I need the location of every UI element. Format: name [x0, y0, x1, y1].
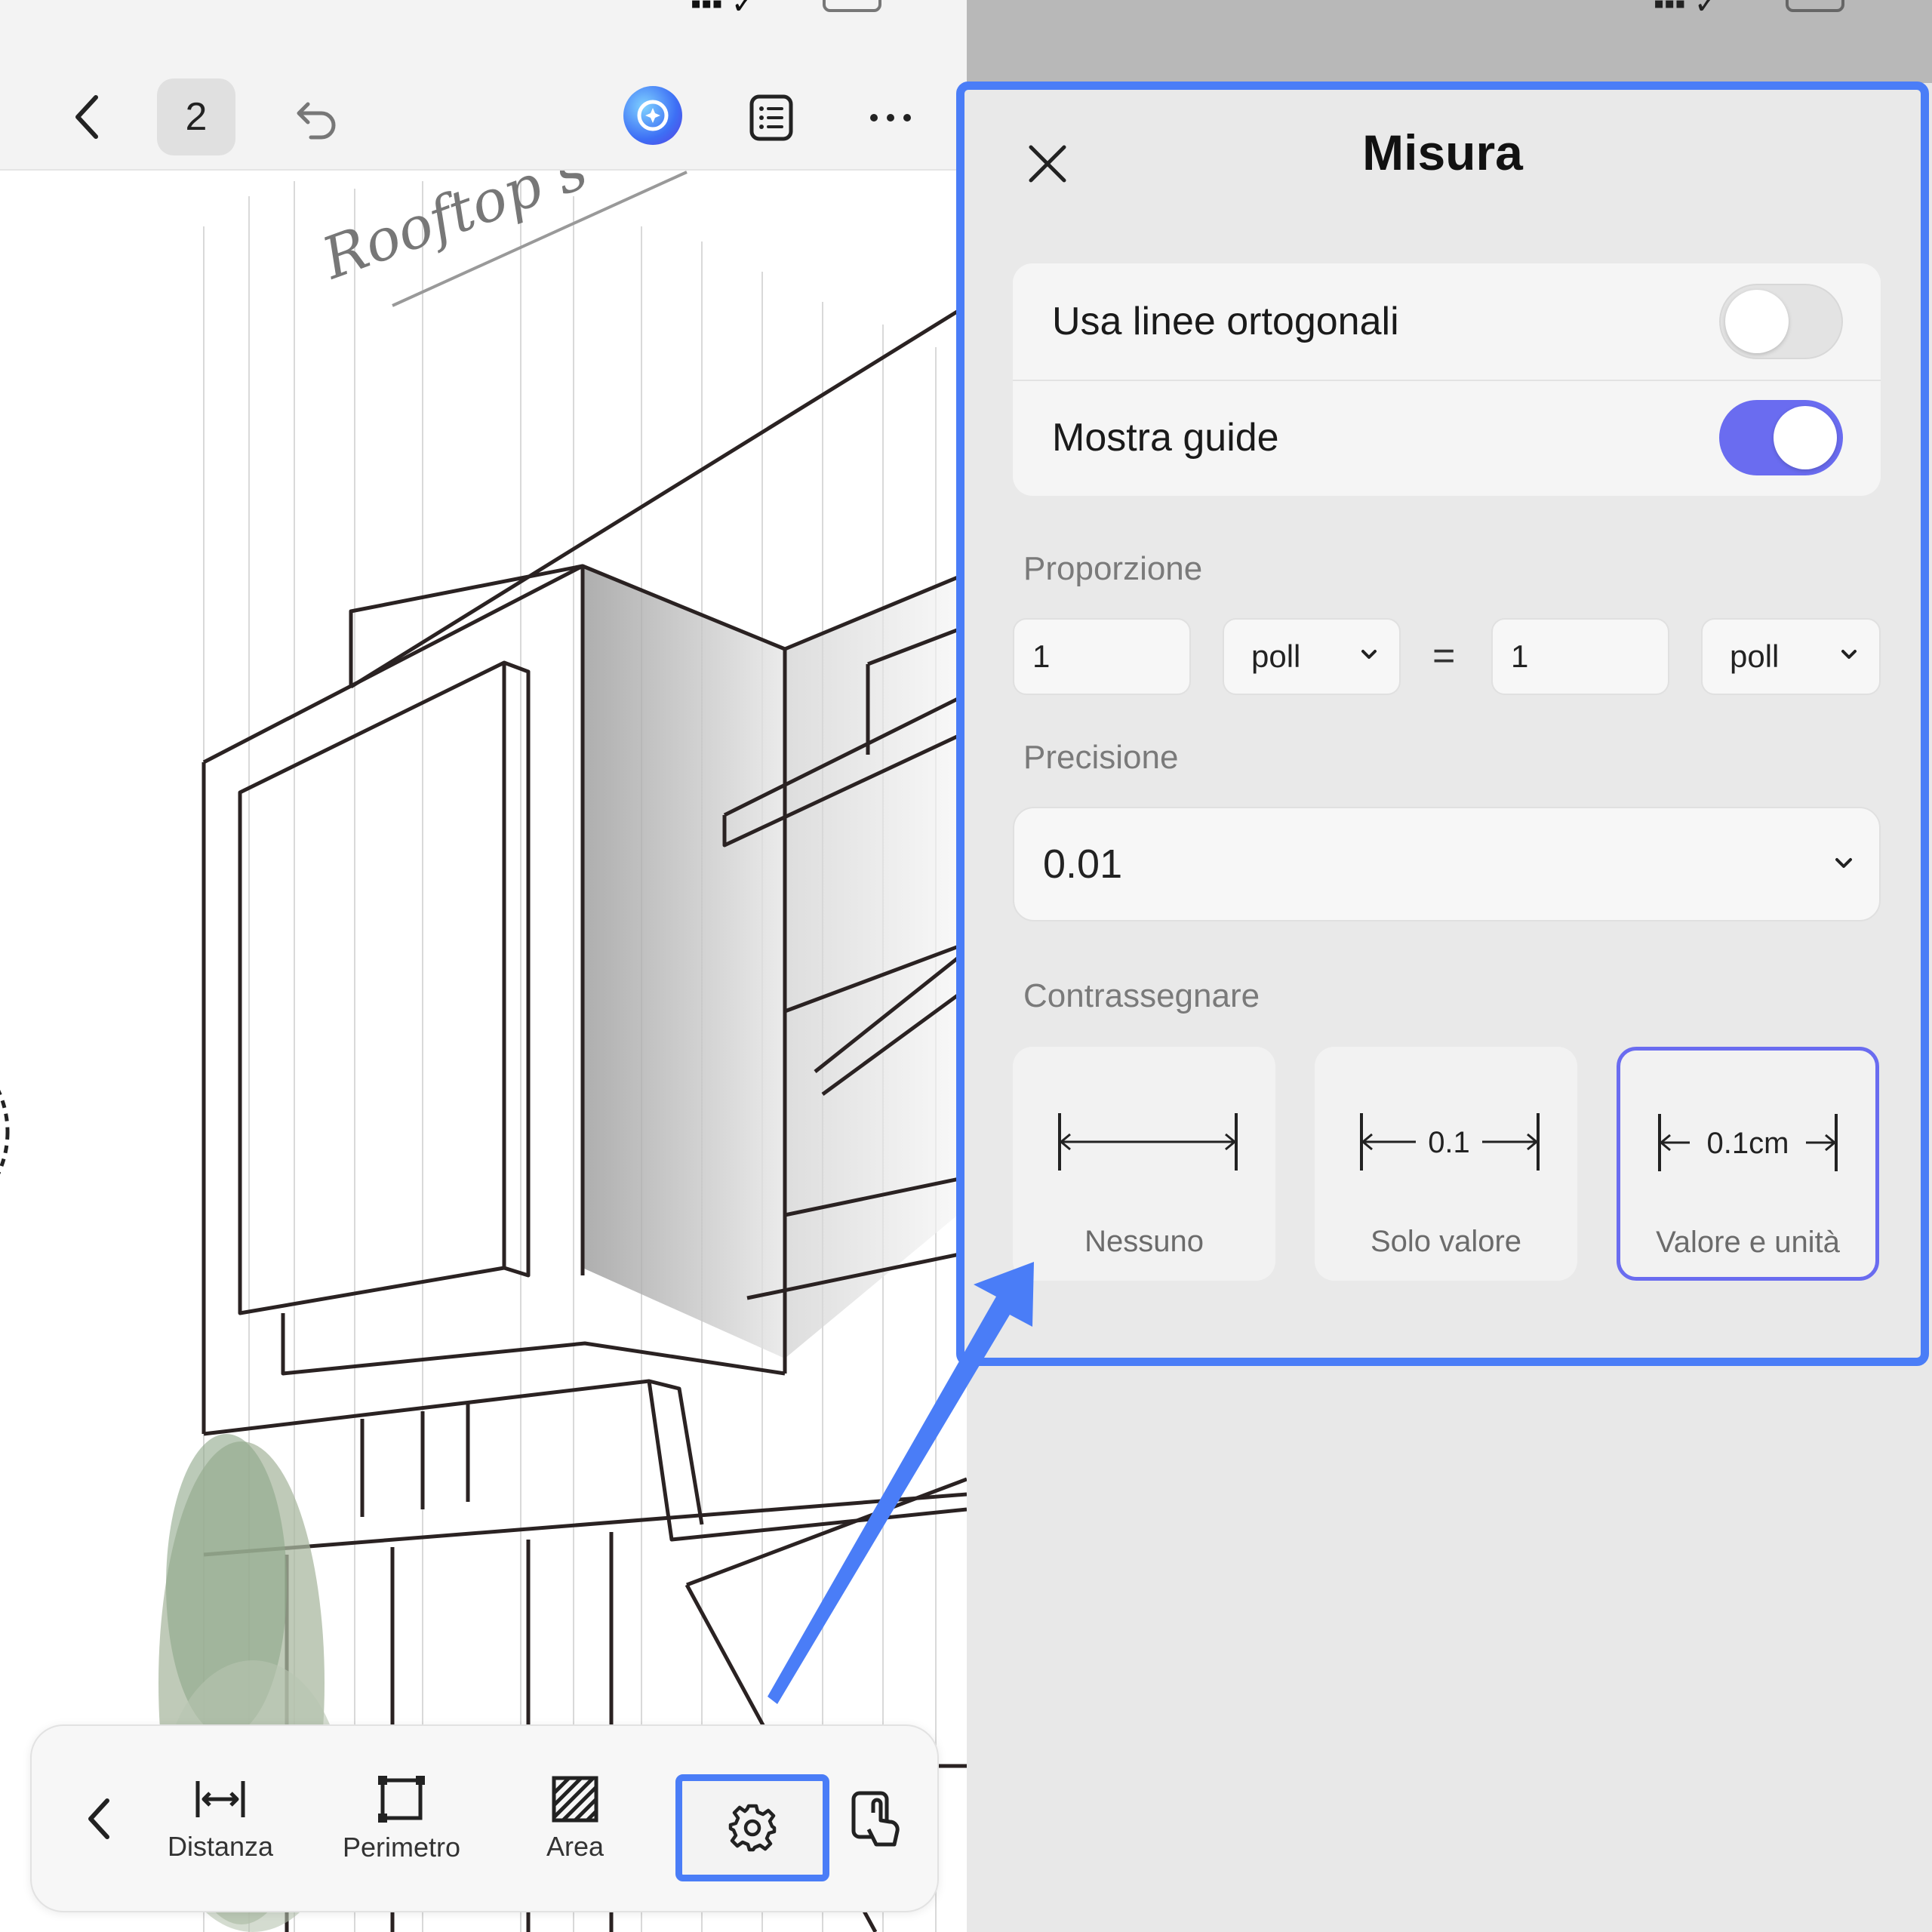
- mark-option-value-only-label: Solo valore: [1370, 1225, 1522, 1258]
- distance-tool[interactable]: Distanza: [160, 1726, 281, 1911]
- toggle-knob: [1725, 290, 1789, 353]
- area-tool[interactable]: Area: [522, 1726, 628, 1911]
- gear-icon: [728, 1804, 777, 1852]
- equals-sign: =: [1432, 634, 1456, 678]
- mark-option-value-only[interactable]: 0.1 Solo valore: [1315, 1047, 1577, 1281]
- toolbar-back-icon[interactable]: [69, 1726, 130, 1911]
- touch-mode-icon[interactable]: [839, 1726, 915, 1911]
- toggle-card: Usa linee ortogonali Mostra guide: [1013, 263, 1881, 496]
- marking-label: Contrassegnare: [1023, 977, 1260, 1014]
- chevron-down-icon: [1361, 650, 1377, 659]
- precision-value: 0.01: [1043, 841, 1123, 887]
- proportion-label: Proporzione: [1023, 550, 1203, 587]
- area-icon: [552, 1776, 598, 1822]
- toggle-knob: [1774, 406, 1837, 469]
- measure-settings-button[interactable]: [675, 1774, 829, 1881]
- proportion-left-unit-select[interactable]: poll: [1223, 618, 1401, 695]
- dimension-line-icon: [1058, 1113, 1238, 1171]
- proportion-right-value-input[interactable]: 1: [1491, 618, 1669, 695]
- dimension-value-sample: 0.1: [1428, 1126, 1470, 1159]
- ai-assistant-icon[interactable]: [623, 86, 682, 145]
- precision-select[interactable]: 0.01: [1013, 807, 1881, 921]
- distance-icon: [195, 1780, 245, 1817]
- mark-option-value-and-unit-label: Valore e unità: [1656, 1226, 1840, 1259]
- outline-list-icon[interactable]: [741, 88, 801, 148]
- show-guides-row: Mostra guide: [1013, 380, 1881, 496]
- proportion-right-value: 1: [1511, 638, 1529, 674]
- proportion-left-value: 1: [1032, 638, 1051, 674]
- top-toolbar: 2: [0, 68, 967, 171]
- proportion-left-value-input[interactable]: 1: [1013, 618, 1191, 695]
- distance-label: Distanza: [167, 1830, 274, 1862]
- area-label: Area: [546, 1830, 605, 1862]
- battery-icon: [1786, 0, 1844, 12]
- show-guides-toggle[interactable]: [1719, 400, 1843, 475]
- drawing-app: ▪▪▪ ✓ 2 Rooftop s Distanza Perimetro Are…: [0, 0, 967, 1932]
- mark-option-value-and-unit[interactable]: 0.1cm Valore e unità: [1617, 1047, 1879, 1281]
- mark-option-none[interactable]: Nessuno: [1013, 1047, 1275, 1281]
- precision-label: Precisione: [1023, 739, 1179, 776]
- undo-icon[interactable]: [287, 89, 347, 149]
- orthogonal-lines-toggle[interactable]: [1719, 284, 1843, 359]
- page-number-badge[interactable]: 2: [157, 78, 235, 155]
- status-bar-dimmed: ▪▪▪ ✓: [967, 0, 1932, 83]
- panel-title: Misura: [1362, 125, 1523, 180]
- battery-icon: [823, 0, 881, 12]
- measure-settings-panel: Misura Usa linee ortogonali Mostra guide…: [956, 82, 1929, 1366]
- architectural-sketch[interactable]: Rooftop s: [0, 134, 967, 1932]
- status-bar: ▪▪▪ ✓: [0, 0, 967, 68]
- perimeter-tool[interactable]: Perimetro: [334, 1726, 469, 1911]
- perimeter-icon: [378, 1775, 425, 1823]
- chevron-down-icon: [1841, 650, 1857, 659]
- dimension-value-icon: 0.1: [1360, 1113, 1540, 1171]
- more-options-icon[interactable]: [860, 88, 921, 148]
- chevron-down-icon: [1835, 858, 1852, 868]
- mark-option-none-label: Nessuno: [1084, 1225, 1204, 1258]
- signal-icon: ▪▪▪ ✓: [1654, 0, 1720, 20]
- proportion-right-unit-select[interactable]: poll: [1701, 618, 1881, 695]
- proportion-right-unit: poll: [1730, 638, 1780, 674]
- measure-toolbar: Distanza Perimetro Area: [30, 1724, 939, 1912]
- orthogonal-lines-row: Usa linee ortogonali: [1013, 263, 1881, 380]
- show-guides-label: Mostra guide: [1052, 416, 1279, 460]
- dimension-value-unit-sample: 0.1cm: [1707, 1127, 1789, 1160]
- orthogonal-lines-label: Usa linee ortogonali: [1052, 300, 1399, 343]
- perimeter-label: Perimetro: [342, 1831, 461, 1863]
- back-icon[interactable]: [60, 91, 113, 143]
- dimension-value-unit-icon: 0.1cm: [1658, 1114, 1838, 1171]
- signal-icon: ▪▪▪ ✓: [691, 0, 757, 20]
- proportion-left-unit: poll: [1251, 638, 1301, 674]
